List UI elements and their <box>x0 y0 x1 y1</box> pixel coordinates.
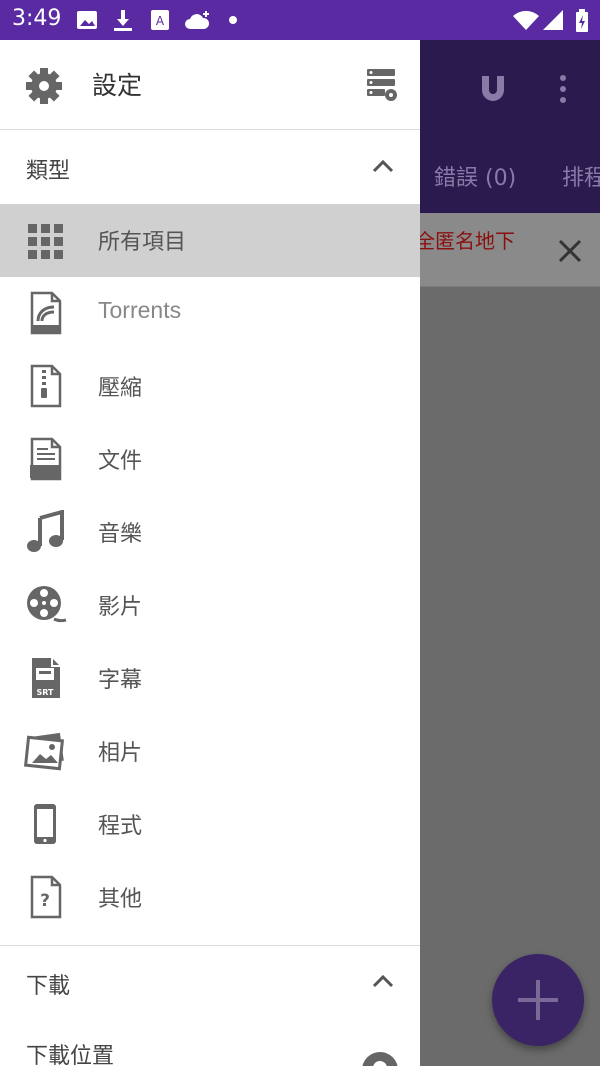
battery-charging-icon <box>576 9 588 32</box>
font-a-icon: A <box>151 10 169 30</box>
sidebar-item-label: 壓縮 <box>98 376 143 401</box>
sidebar-item-documents[interactable]: 文件 <box>0 423 420 496</box>
svg-text:SRT: SRT <box>36 688 54 697</box>
status-time: 3:49 <box>12 6 62 31</box>
zip-file-icon <box>30 364 62 408</box>
image-icon <box>77 11 97 29</box>
close-icon[interactable] <box>557 238 583 264</box>
status-bar: 3:49 A <box>0 0 600 40</box>
download-location-item[interactable]: 下載位置 <box>0 1020 420 1066</box>
sidebar-item-music[interactable]: 音樂 <box>0 496 420 569</box>
sidebar-item-others[interactable]: ? 其他 <box>0 861 420 934</box>
gear-icon[interactable] <box>26 68 62 104</box>
photos-icon <box>24 732 65 771</box>
section-types[interactable]: 類型 <box>0 131 420 205</box>
location-pin-icon <box>362 1052 398 1066</box>
sidebar-item-apps[interactable]: 程式 <box>0 788 420 861</box>
download-icon <box>114 10 132 31</box>
unknown-file-icon: ? <box>30 875 62 919</box>
sidebar-item-label: 程式 <box>98 814 143 839</box>
sidebar-item-label: 影片 <box>98 595 143 620</box>
srt-file-icon: SRT <box>32 658 60 698</box>
film-reel-icon <box>27 586 67 623</box>
sidebar-item-photos[interactable]: 相片 <box>0 715 420 788</box>
music-note-icon <box>27 510 64 552</box>
cloud-sync-icon <box>185 11 210 29</box>
more-options-icon[interactable] <box>556 74 570 104</box>
sidebar-item-label: 音樂 <box>98 522 143 547</box>
drawer-header: 設定 <box>0 40 420 130</box>
sidebar-item-all[interactable]: 所有項目 <box>0 204 420 277</box>
cell-signal-icon <box>543 10 563 30</box>
phone-icon <box>34 804 56 844</box>
sidebar-item-label: 文件 <box>98 449 143 474</box>
sidebar-item-label: 相片 <box>98 741 143 766</box>
server-settings-icon[interactable] <box>366 68 398 102</box>
torrent-file-icon <box>30 291 62 335</box>
doc-file-icon <box>30 437 62 481</box>
sidebar-item-torrents[interactable]: Torrents <box>0 277 420 350</box>
navigation-drawer: 設定 類型 所有項目 Torrents 壓縮 文件 音樂 影片 SRT 字幕 相… <box>0 40 420 1066</box>
sidebar-item-label: 所有項目 <box>98 230 187 255</box>
section-types-label: 類型 <box>26 159 71 184</box>
tab-errors[interactable]: 錯誤 (0) <box>434 160 516 192</box>
section-downloads[interactable]: 下載 <box>0 946 420 1020</box>
banner-text: 全匿名地下 <box>415 229 515 253</box>
section-downloads-label: 下載 <box>26 974 71 999</box>
svg-text:?: ? <box>40 891 50 911</box>
tab-scheduled[interactable]: 排程 <box>562 160 600 192</box>
notification-dot-icon <box>229 16 237 24</box>
settings-title[interactable]: 設定 <box>92 66 142 102</box>
sidebar-item-label: 字幕 <box>98 668 143 693</box>
sidebar-item-videos[interactable]: 影片 <box>0 569 420 642</box>
add-button[interactable] <box>492 954 584 1046</box>
chevron-up-icon[interactable] <box>370 153 396 179</box>
sidebar-item-label: Torrents <box>98 297 182 323</box>
grid-icon <box>28 224 63 259</box>
sidebar-item-label: 其他 <box>98 887 143 912</box>
magnet-icon[interactable] <box>478 74 508 104</box>
wifi-icon <box>513 10 539 30</box>
svg-text:A: A <box>156 14 165 28</box>
plus-icon <box>518 980 558 1020</box>
chevron-up-icon[interactable] <box>370 968 396 994</box>
download-location-label: 下載位置 <box>26 1044 115 1066</box>
sidebar-item-archives[interactable]: 壓縮 <box>0 350 420 423</box>
sidebar-item-subtitles[interactable]: SRT 字幕 <box>0 642 420 715</box>
